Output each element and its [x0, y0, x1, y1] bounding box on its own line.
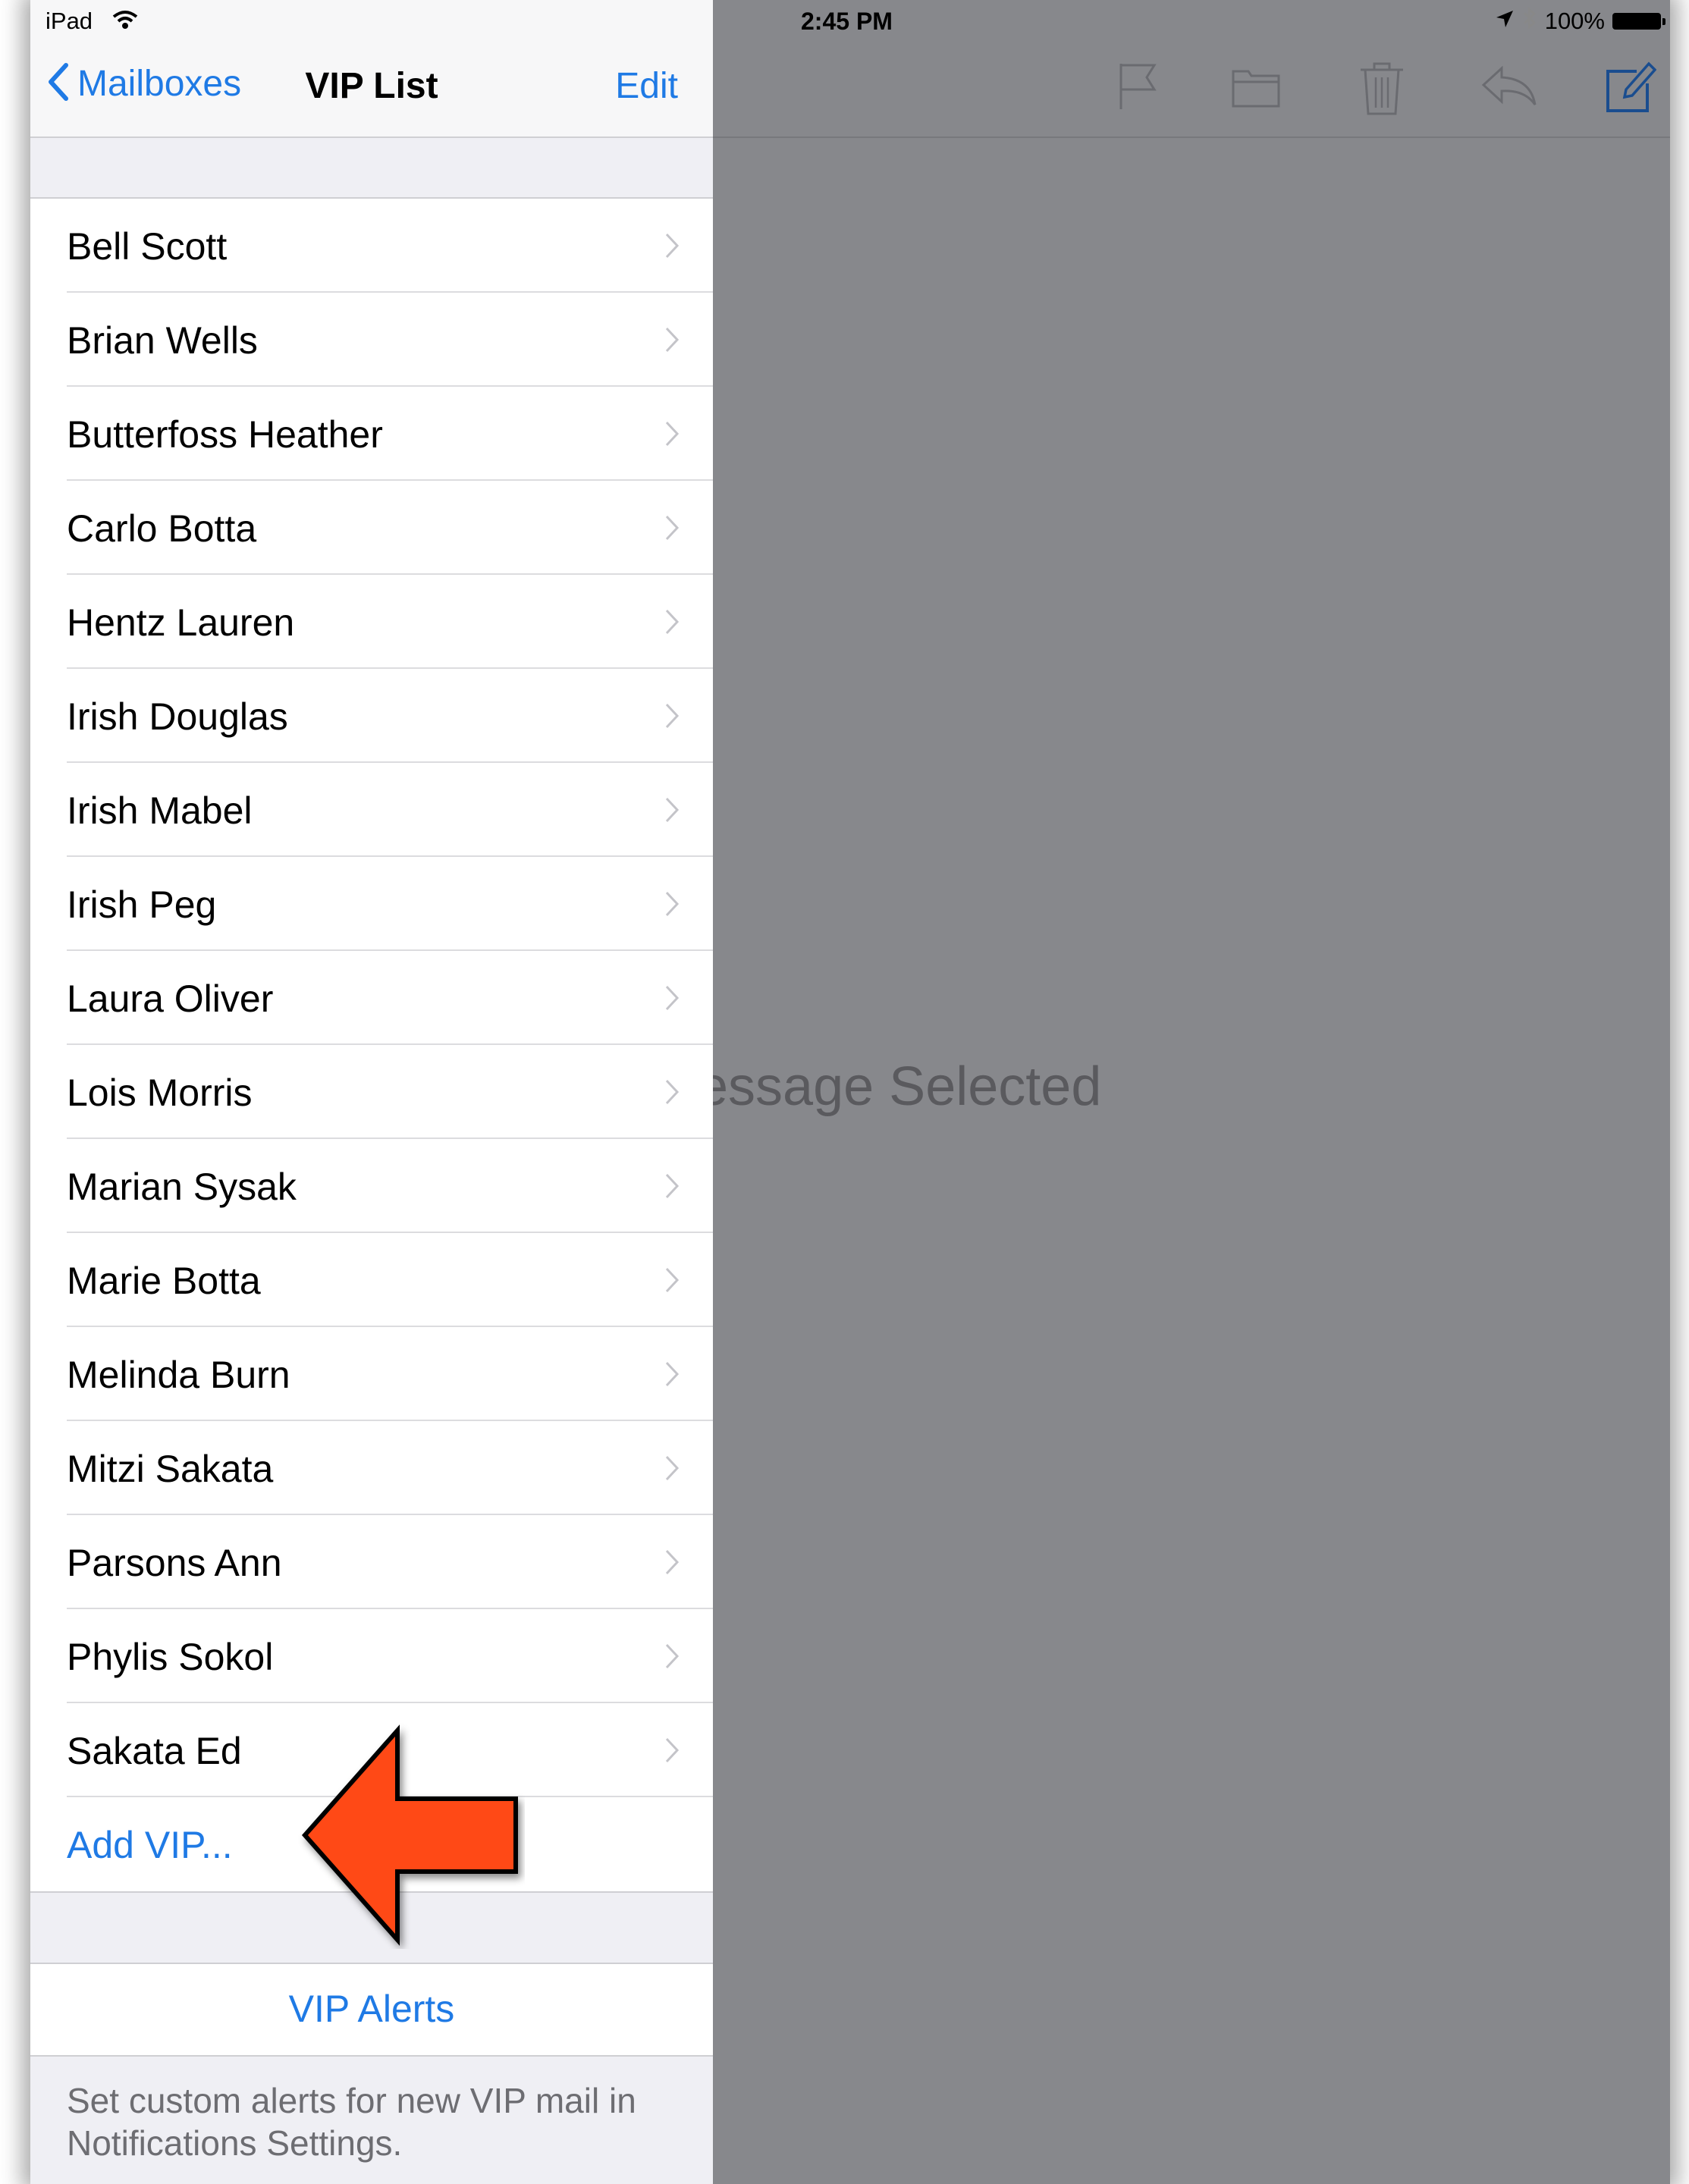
- contact-name: Hentz Lauren: [67, 601, 295, 644]
- contact-name: Marian Sysak: [67, 1166, 297, 1208]
- chevron-right-icon: [664, 1266, 680, 1298]
- chevron-right-icon: [664, 1360, 680, 1392]
- contact-name: Irish Douglas: [67, 695, 288, 738]
- chevron-right-icon: [664, 232, 680, 263]
- contact-name: Mitzi Sakata: [67, 1448, 274, 1490]
- contact-name: Carlo Botta: [67, 507, 257, 550]
- vip-alerts-label: VIP Alerts: [288, 1988, 455, 2030]
- detail-toolbar: [713, 47, 1670, 138]
- device-label: iPad: [46, 8, 93, 34]
- contact-name: Marie Botta: [67, 1260, 261, 1302]
- list-item[interactable]: Lois Morris: [30, 1045, 713, 1139]
- list-item[interactable]: Carlo Botta: [30, 481, 713, 575]
- contact-name: Phylis Sokol: [67, 1636, 274, 1678]
- status-right: 100%: [1495, 6, 1665, 36]
- chevron-right-icon: [664, 1454, 680, 1486]
- list-item[interactable]: Phylis Sokol: [30, 1609, 713, 1703]
- vip-alerts-button[interactable]: VIP Alerts: [30, 1963, 713, 2057]
- battery-percent: 100%: [1544, 8, 1605, 34]
- chevron-right-icon: [664, 608, 680, 639]
- chevron-right-icon: [664, 984, 680, 1015]
- chevron-right-icon: [664, 702, 680, 733]
- contact-name: Lois Morris: [67, 1072, 253, 1114]
- list-item[interactable]: Melinda Burn: [30, 1327, 713, 1421]
- chevron-left-icon: [47, 62, 70, 105]
- chevron-right-icon: [664, 796, 680, 827]
- vip-alerts-footer: Set custom alerts for new VIP mail in No…: [67, 2081, 636, 2163]
- contact-name: Melinda Burn: [67, 1354, 290, 1396]
- battery-icon: [1612, 13, 1665, 30]
- edit-button[interactable]: Edit: [615, 65, 678, 107]
- trash-icon[interactable]: [1358, 59, 1406, 121]
- back-button[interactable]: Mailboxes: [47, 62, 241, 105]
- list-item[interactable]: Mitzi Sakata: [30, 1421, 713, 1515]
- chevron-right-icon: [664, 326, 680, 357]
- page-title: VIP List: [305, 66, 438, 106]
- list-item[interactable]: Butterfoss Heather: [30, 387, 713, 481]
- annotation-arrow-icon: [297, 1721, 525, 1953]
- contact-name: Irish Peg: [67, 883, 217, 926]
- chevron-right-icon: [664, 890, 680, 921]
- list-item[interactable]: Hentz Lauren: [30, 575, 713, 669]
- no-message-placeholder: essage Selected: [698, 1056, 1102, 1117]
- list-item[interactable]: Marian Sysak: [30, 1139, 713, 1233]
- contact-name: Irish Mabel: [67, 789, 253, 832]
- flag-icon[interactable]: [1115, 59, 1160, 116]
- back-label: Mailboxes: [77, 64, 242, 104]
- wifi-icon: [112, 9, 138, 34]
- list-item[interactable]: Brian Wells: [30, 293, 713, 387]
- reply-icon[interactable]: [1479, 59, 1540, 116]
- contact-name: Bell Scott: [67, 225, 228, 268]
- contact-name: Butterfoss Heather: [67, 413, 383, 456]
- list-item[interactable]: Laura Oliver: [30, 951, 713, 1045]
- contact-name: Parsons Ann: [67, 1542, 282, 1584]
- list-item[interactable]: Bell Scott: [30, 199, 713, 293]
- add-vip-label: Add VIP...: [67, 1824, 233, 1866]
- chevron-right-icon: [664, 1172, 680, 1203]
- list-item[interactable]: Marie Botta: [30, 1233, 713, 1327]
- chevron-right-icon: [664, 1643, 680, 1674]
- chevron-right-icon: [664, 420, 680, 451]
- chevron-right-icon: [664, 1737, 680, 1768]
- status-time: 2:45 PM: [801, 8, 893, 35]
- list-item[interactable]: Irish Peg: [30, 857, 713, 951]
- location-icon: [1495, 8, 1515, 35]
- contact-name: Laura Oliver: [67, 977, 274, 1020]
- list-item[interactable]: Irish Mabel: [30, 763, 713, 857]
- bluetooth-icon: [1522, 7, 1537, 36]
- vip-list: Bell Scott Brian Wells Butterfoss Heathe…: [30, 197, 713, 1893]
- chevron-right-icon: [664, 1549, 680, 1580]
- compose-icon[interactable]: [1602, 59, 1657, 119]
- list-item[interactable]: Parsons Ann: [30, 1515, 713, 1609]
- contact-name: Sakata Ed: [67, 1730, 242, 1772]
- chevron-right-icon: [664, 514, 680, 545]
- list-item[interactable]: Irish Douglas: [30, 669, 713, 763]
- folder-icon[interactable]: [1229, 59, 1283, 116]
- contact-name: Brian Wells: [67, 319, 258, 362]
- chevron-right-icon: [664, 1078, 680, 1109]
- status-bar: iPad 2:45 PM 100%: [30, 0, 1670, 47]
- ipad-screen: iPad 2:45 PM 100% essage Selected Mailbo…: [30, 0, 1670, 2184]
